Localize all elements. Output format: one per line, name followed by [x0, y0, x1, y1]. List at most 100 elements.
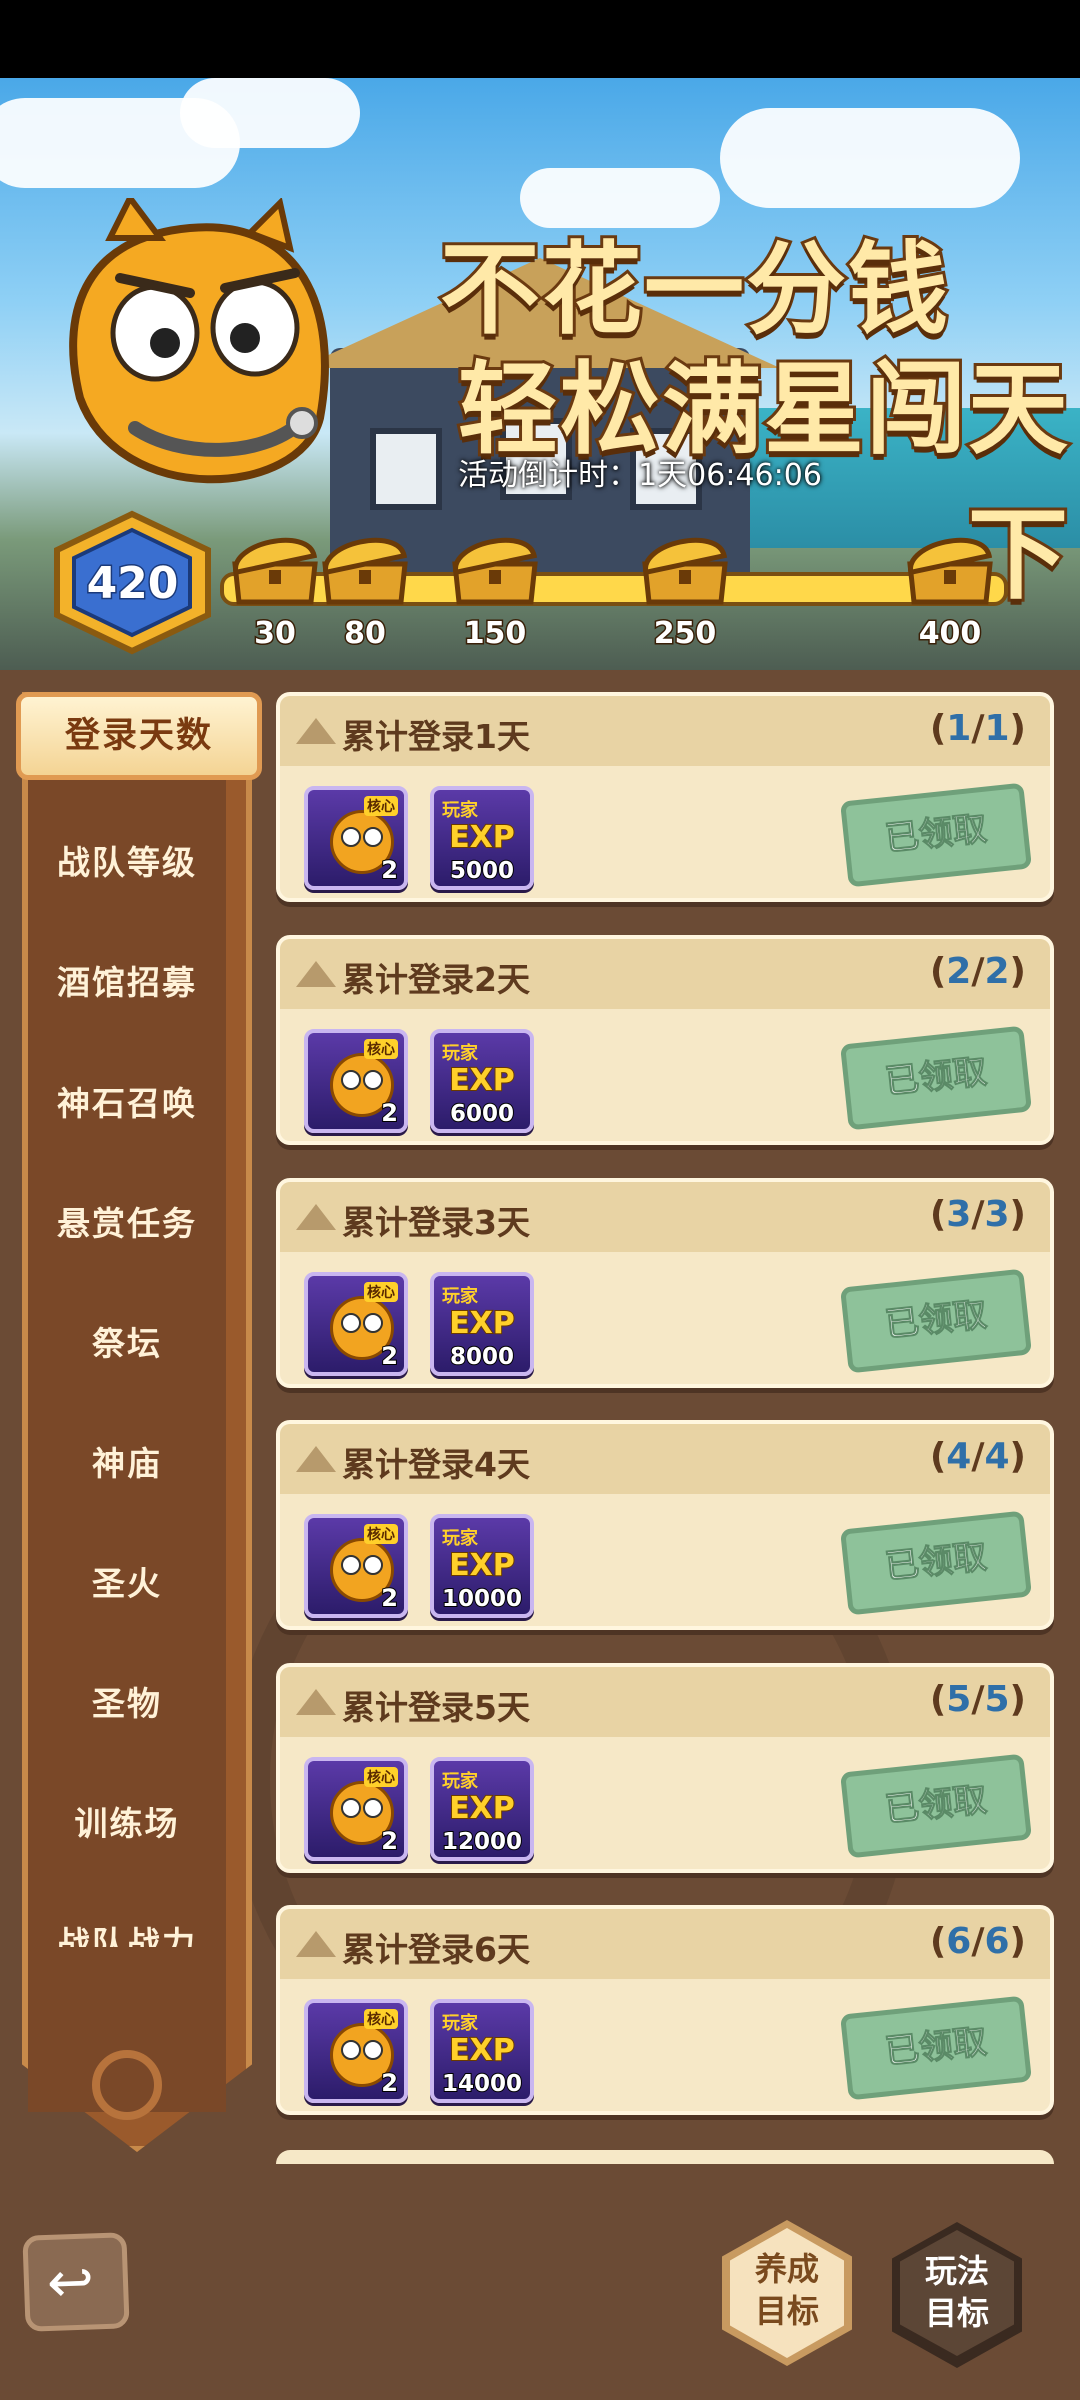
claimed-label: 已领取 — [883, 1779, 990, 1831]
task-card: 累计登录4天 (4/4) 核心 2 玩家 EXP 10000 已领取 — [276, 1420, 1054, 1630]
task-progress-total: 3 — [984, 1194, 1010, 1235]
sidebar-item-bounty-task[interactable]: 悬赏任务 — [28, 1197, 226, 1245]
task-card: 累计登录3天 (3/3) 核心 2 玩家 EXP 8000 已领取 — [276, 1178, 1054, 1388]
game-page: 不花一分钱 轻松满星闯天下 活动倒计时：1天06:46:06 420 30 80 1… — [0, 0, 1080, 2400]
core-tag: 核心 — [364, 1524, 398, 1544]
sidebar-item-training-ground[interactable]: 训练场 — [28, 1797, 226, 1845]
reward-quantity: 2 — [380, 1341, 399, 1371]
reward-item-player-exp[interactable]: 玩家 EXP 6000 — [430, 1029, 534, 1133]
next-task-card-peek — [276, 2150, 1054, 2164]
reward-item-player-exp[interactable]: 玩家 EXP 8000 — [430, 1272, 534, 1376]
reward-item-hero-shard[interactable]: 核心 2 — [304, 1757, 408, 1861]
sidebar-item-team-level[interactable]: 战队等级 — [28, 836, 226, 884]
sidebar-emblem-icon — [92, 2050, 162, 2120]
exp-amount: 8000 — [449, 1343, 515, 1371]
sidebar-item-temple[interactable]: 神庙 — [28, 1437, 226, 1485]
sidebar-item-stone-summon[interactable]: 神石召唤 — [28, 1077, 226, 1125]
growth-goal-label-line1: 养成 — [754, 2250, 819, 2288]
task-progress: (2/2) — [929, 951, 1026, 992]
treasure-chest-icon[interactable] — [900, 526, 1000, 606]
reward-item-player-exp[interactable]: 玩家 EXP 5000 — [430, 786, 534, 890]
event-countdown: 活动倒计时：1天06:46:06 — [458, 458, 822, 493]
task-progress-total: 2 — [984, 951, 1010, 992]
sidebar-item-team-power[interactable]: 战队战力 — [28, 1917, 226, 1947]
task-card: 累计登录2天 (2/2) 核心 2 玩家 EXP 6000 已领取 — [276, 935, 1054, 1145]
exp-label: EXP — [448, 2032, 516, 2069]
triangle-icon — [296, 1689, 336, 1715]
sidebar-item-altar[interactable]: 祭坛 — [28, 1317, 226, 1365]
sidebar-item-relic[interactable]: 圣物 — [28, 1677, 226, 1725]
exp-amount: 6000 — [449, 1100, 515, 1128]
claimed-stamp: 已领取 — [840, 1995, 1032, 2101]
reward-item-hero-shard[interactable]: 核心 2 — [304, 786, 408, 890]
reward-item-hero-shard[interactable]: 核心 2 — [304, 1029, 408, 1133]
reward-quantity: 2 — [380, 2068, 399, 2098]
exp-label: EXP — [448, 819, 516, 856]
reward-item-player-exp[interactable]: 玩家 EXP 14000 — [430, 1999, 534, 2103]
task-title: 累计登录3天 — [342, 1203, 530, 1242]
triangle-icon — [296, 1446, 336, 1472]
exp-label: EXP — [448, 1790, 516, 1827]
task-progress: (6/6) — [929, 1921, 1026, 1962]
treasure-chest-icon[interactable] — [225, 526, 325, 606]
milestone-label: 250 — [652, 615, 718, 653]
task-card-header: 累计登录5天 (5/5) — [280, 1667, 1050, 1737]
task-card-header: 累计登录2天 (2/2) — [280, 939, 1050, 1009]
player-tag: 玩家 — [442, 1528, 478, 1549]
task-progress-current: 6 — [946, 1921, 972, 1962]
core-tag: 核心 — [364, 1282, 398, 1302]
player-tag: 玩家 — [442, 1043, 478, 1064]
task-title: 累计登录2天 — [342, 960, 530, 999]
task-progress: (1/1) — [929, 708, 1026, 749]
treasure-chest-icon[interactable] — [635, 526, 735, 606]
reward-item-hero-shard[interactable]: 核心 2 — [304, 1514, 408, 1618]
triangle-icon — [296, 961, 336, 987]
milestone-label: 150 — [462, 615, 528, 653]
task-card-header: 累计登录4天 (4/4) — [280, 1424, 1050, 1494]
sidebar-item-tavern-recruit[interactable]: 酒馆招募 — [28, 956, 226, 1004]
milestone-label: 400 — [917, 615, 983, 653]
sidebar-item-login-days[interactable]: 登录天数 — [16, 692, 262, 780]
mascot-character-icon — [69, 198, 329, 484]
task-progress-current: 3 — [946, 1194, 972, 1235]
status-bar — [0, 0, 1080, 78]
task-progress: (4/4) — [929, 1436, 1026, 1477]
task-title: 累计登录4天 — [342, 1445, 530, 1484]
reward-quantity: 2 — [380, 855, 399, 885]
player-tag: 玩家 — [442, 1771, 478, 1792]
task-progress-total: 5 — [984, 1679, 1010, 1720]
exp-amount: 10000 — [441, 1585, 523, 1613]
reward-item-player-exp[interactable]: 玩家 EXP 10000 — [430, 1514, 534, 1618]
task-card: 累计登录1天 (1/1) 核心 2 玩家 EXP 5000 已领取 — [276, 692, 1054, 902]
claimed-stamp: 已领取 — [840, 1753, 1032, 1859]
task-progress: (3/3) — [929, 1194, 1026, 1235]
task-card-header: 累计登录3天 (3/3) — [280, 1182, 1050, 1252]
task-progress-total: 6 — [984, 1921, 1010, 1962]
triangle-icon — [296, 718, 336, 744]
core-tag: 核心 — [364, 1767, 398, 1787]
category-sidebar-inner — [28, 712, 226, 2112]
treasure-chest-icon[interactable] — [315, 526, 415, 606]
task-progress-total: 4 — [984, 1436, 1010, 1477]
player-tag: 玩家 — [442, 1286, 478, 1307]
reward-item-hero-shard[interactable]: 核心 2 — [304, 1272, 408, 1376]
task-title: 累计登录1天 — [342, 717, 530, 756]
claimed-label: 已领取 — [883, 808, 990, 860]
back-arrow-icon: ↩ — [45, 2249, 96, 2316]
task-card-header: 累计登录1天 (1/1) — [280, 696, 1050, 766]
back-button[interactable]: ↩ — [22, 2232, 130, 2332]
core-tag: 核心 — [364, 1039, 398, 1059]
claimed-label: 已领取 — [883, 2021, 990, 2073]
player-tag: 玩家 — [442, 800, 478, 821]
claimed-stamp: 已领取 — [840, 1025, 1032, 1131]
treasure-chest-icon[interactable] — [445, 526, 545, 606]
reward-item-hero-shard[interactable]: 核心 2 — [304, 1999, 408, 2103]
task-card: 累计登录6天 (6/6) 核心 2 玩家 EXP 14000 已领取 — [276, 1905, 1054, 2115]
exp-amount: 12000 — [441, 1828, 523, 1856]
cloud-decoration — [180, 78, 360, 148]
claimed-stamp: 已领取 — [840, 782, 1032, 888]
sidebar-item-sacred-fire[interactable]: 圣火 — [28, 1557, 226, 1605]
exp-label: EXP — [448, 1305, 516, 1342]
task-title: 累计登录5天 — [342, 1688, 530, 1727]
reward-item-player-exp[interactable]: 玩家 EXP 12000 — [430, 1757, 534, 1861]
